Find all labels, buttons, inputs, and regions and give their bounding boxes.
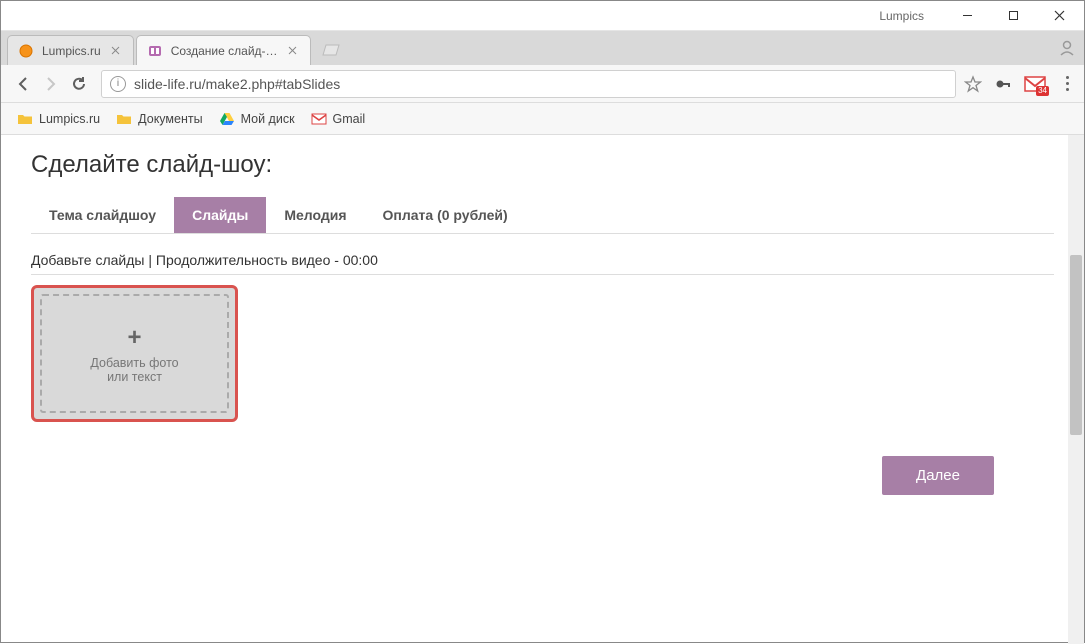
window-titlebar: Lumpics <box>1 1 1084 31</box>
window-close-button[interactable] <box>1036 2 1082 30</box>
tab-title: Lumpics.ru <box>42 44 101 58</box>
page-content: Сделайте слайд-шоу: Тема слайдшоу Слайды… <box>1 135 1084 644</box>
slides-row: + Добавить фото или текст <box>31 285 1054 422</box>
gmail-icon <box>311 111 327 127</box>
tab-slides[interactable]: Слайды <box>174 197 266 233</box>
plus-icon: + <box>127 324 141 352</box>
key-icon[interactable] <box>994 75 1012 93</box>
window-title: Lumpics <box>3 9 944 23</box>
tab-title: Создание слайд-шоу — <box>171 44 278 58</box>
browser-menu-button[interactable] <box>1058 76 1076 91</box>
add-slide-line2: или текст <box>107 370 162 384</box>
site-info-icon[interactable]: i <box>110 76 126 92</box>
gmail-badge: 34 <box>1036 86 1049 96</box>
bookmark-label: Gmail <box>333 112 366 126</box>
user-icon[interactable] <box>1058 39 1076 57</box>
address-url: slide-life.ru/make2.php#tabSlides <box>134 76 340 92</box>
favicon-icon <box>147 43 163 59</box>
add-slide-line1: Добавить фото <box>90 356 178 370</box>
favicon-icon <box>18 43 34 59</box>
back-button[interactable] <box>9 70 37 98</box>
bookmark-label: Lumpics.ru <box>39 112 100 126</box>
footer-row: Далее <box>31 456 1054 495</box>
window-maximize-button[interactable] <box>990 2 1036 30</box>
address-bar[interactable]: i slide-life.ru/make2.php#tabSlides <box>101 70 956 98</box>
drive-icon <box>219 111 235 127</box>
slides-hint: Добавьте слайды | Продолжительность виде… <box>31 252 1054 275</box>
bookmark-label: Документы <box>138 112 202 126</box>
page-tabs: Тема слайдшоу Слайды Мелодия Оплата (0 р… <box>31 197 1054 234</box>
bookmark-item[interactable]: Документы <box>108 107 210 131</box>
reload-button[interactable] <box>65 70 93 98</box>
bookmark-item[interactable]: Lumpics.ru <box>9 107 108 131</box>
forward-button[interactable] <box>37 70 65 98</box>
close-icon[interactable] <box>109 44 123 58</box>
browser-tabstrip: Lumpics.ru Создание слайд-шоу — <box>1 31 1084 65</box>
gmail-extension-icon[interactable]: 34 <box>1024 75 1046 93</box>
new-tab-button[interactable] <box>319 38 343 62</box>
folder-icon <box>116 111 132 127</box>
bookmarks-bar: Lumpics.ru Документы Мой диск Gmail <box>1 103 1084 135</box>
page-title: Сделайте слайд-шоу: <box>31 151 1054 179</box>
bookmark-label: Мой диск <box>241 112 295 126</box>
browser-tab-0[interactable]: Lumpics.ru <box>7 35 134 65</box>
tab-payment[interactable]: Оплата (0 рублей) <box>365 197 526 233</box>
window-minimize-button[interactable] <box>944 2 990 30</box>
page-viewport: Сделайте слайд-шоу: Тема слайдшоу Слайды… <box>1 135 1084 644</box>
close-icon[interactable] <box>286 44 300 58</box>
browser-navbar: i slide-life.ru/make2.php#tabSlides 34 <box>1 65 1084 103</box>
bookmark-star-icon[interactable] <box>964 75 982 93</box>
next-button[interactable]: Далее <box>882 456 994 495</box>
browser-tab-1[interactable]: Создание слайд-шоу — <box>136 35 311 65</box>
tab-theme[interactable]: Тема слайдшоу <box>31 197 174 233</box>
tab-melody[interactable]: Мелодия <box>266 197 364 233</box>
add-slide-button[interactable]: + Добавить фото или текст <box>31 285 238 422</box>
folder-icon <box>17 111 33 127</box>
bookmark-item[interactable]: Gmail <box>303 107 374 131</box>
bookmark-item[interactable]: Мой диск <box>211 107 303 131</box>
